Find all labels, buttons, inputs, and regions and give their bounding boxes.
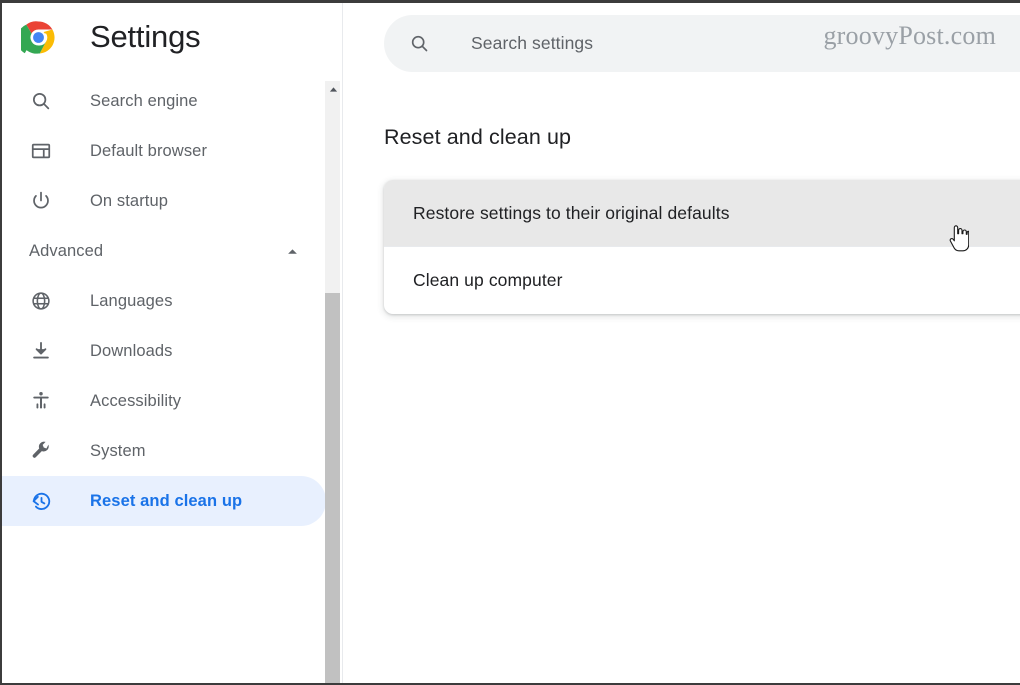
search-icon xyxy=(408,33,430,55)
globe-icon xyxy=(29,289,53,313)
accessibility-icon xyxy=(29,389,53,413)
power-icon xyxy=(29,189,53,213)
browser-window-icon xyxy=(29,139,53,163)
wrench-icon xyxy=(29,439,53,463)
reset-and-clean-up-card: Restore settings to their original defau… xyxy=(384,180,1020,314)
sidebar-item-reset-and-clean-up[interactable]: Reset and clean up xyxy=(2,476,326,526)
sidebar-scrollbar[interactable] xyxy=(325,81,340,683)
page-title: Settings xyxy=(90,19,201,54)
scroll-up-arrow-icon[interactable] xyxy=(325,81,340,98)
card-row-label: Clean up computer xyxy=(413,269,563,290)
chrome-logo xyxy=(16,20,56,55)
sidebar-scrollbar-thumb[interactable] xyxy=(325,293,340,683)
sidebar-item-languages[interactable]: Languages xyxy=(2,276,326,326)
sidebar-item-accessibility[interactable]: Accessibility xyxy=(2,376,326,426)
sidebar-item-label: Accessibility xyxy=(90,391,182,410)
restore-settings-row[interactable]: Restore settings to their original defau… xyxy=(384,180,1020,246)
watermark-text: groovyPost.com xyxy=(823,21,996,50)
search-icon xyxy=(29,89,53,113)
sidebar-item-label: System xyxy=(90,441,146,460)
settings-sidebar: Settings Search engine Default browser O… xyxy=(2,3,340,683)
sidebar-item-label: Default browser xyxy=(90,141,208,160)
sidebar-item-on-startup[interactable]: On startup xyxy=(2,176,326,226)
sidebar-item-label: Search engine xyxy=(90,91,198,110)
sidebar-item-label: Reset and clean up xyxy=(90,491,243,510)
clean-up-computer-row[interactable]: Clean up computer xyxy=(384,247,1020,313)
card-row-label: Restore settings to their original defau… xyxy=(413,202,730,223)
sidebar-section-label: Advanced xyxy=(29,241,104,260)
main-content: groovyPost.com Reset and clean up Restor… xyxy=(343,3,1020,683)
sidebar-item-label: Languages xyxy=(90,291,173,310)
chrome-settings-window: Settings Search engine Default browser O… xyxy=(0,0,1020,685)
sidebar-item-system[interactable]: System xyxy=(2,426,326,476)
search-input[interactable] xyxy=(471,33,851,54)
sidebar-item-label: Downloads xyxy=(90,341,173,360)
sidebar-section-advanced[interactable]: Advanced xyxy=(2,226,340,276)
section-heading: Reset and clean up xyxy=(384,125,572,149)
restore-history-icon xyxy=(29,489,53,513)
sidebar-nav: Search engine Default browser On startup… xyxy=(2,71,340,526)
sidebar-item-downloads[interactable]: Downloads xyxy=(2,326,326,376)
brand-header: Settings xyxy=(2,3,340,71)
download-icon xyxy=(29,339,53,363)
sidebar-item-default-browser[interactable]: Default browser xyxy=(2,126,326,176)
chevron-up-icon[interactable] xyxy=(285,244,300,259)
sidebar-item-label: On startup xyxy=(90,191,169,210)
sidebar-item-search-engine[interactable]: Search engine xyxy=(2,76,326,126)
